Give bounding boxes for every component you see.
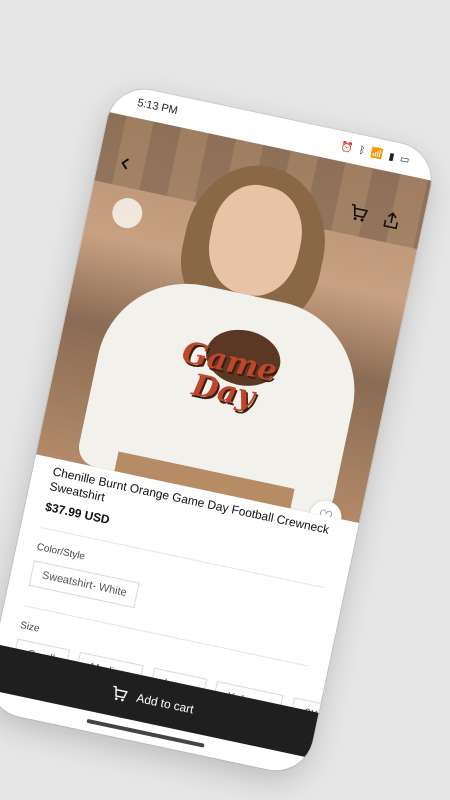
share-button[interactable] <box>376 205 407 236</box>
cart-plus-icon <box>113 685 128 702</box>
share-icon <box>383 212 399 230</box>
back-arrow-icon <box>121 158 130 170</box>
bluetooth-icon: ᛒ <box>357 144 367 157</box>
product-image: Game Day ♡ <box>36 112 432 523</box>
battery-icon: ▭ <box>398 153 411 166</box>
signal-icon: ▮ <box>387 150 396 163</box>
phone-frame: 5:13 PM ⏰ ᛒ 📶 ▮ ▭ Game Day ♡ Chenille Bu… <box>0 82 438 778</box>
alarm-icon: ⏰ <box>339 140 355 155</box>
cart-icon <box>351 203 369 222</box>
status-icons: ⏰ ᛒ 📶 ▮ ▭ <box>340 141 411 166</box>
wifi-icon: 📶 <box>369 146 385 161</box>
status-time: 5:13 PM <box>136 96 179 118</box>
add-to-cart-label: Add to cart <box>135 690 195 717</box>
back-button[interactable] <box>110 148 141 179</box>
background-lamp <box>109 195 146 231</box>
cart-button[interactable] <box>343 198 374 229</box>
